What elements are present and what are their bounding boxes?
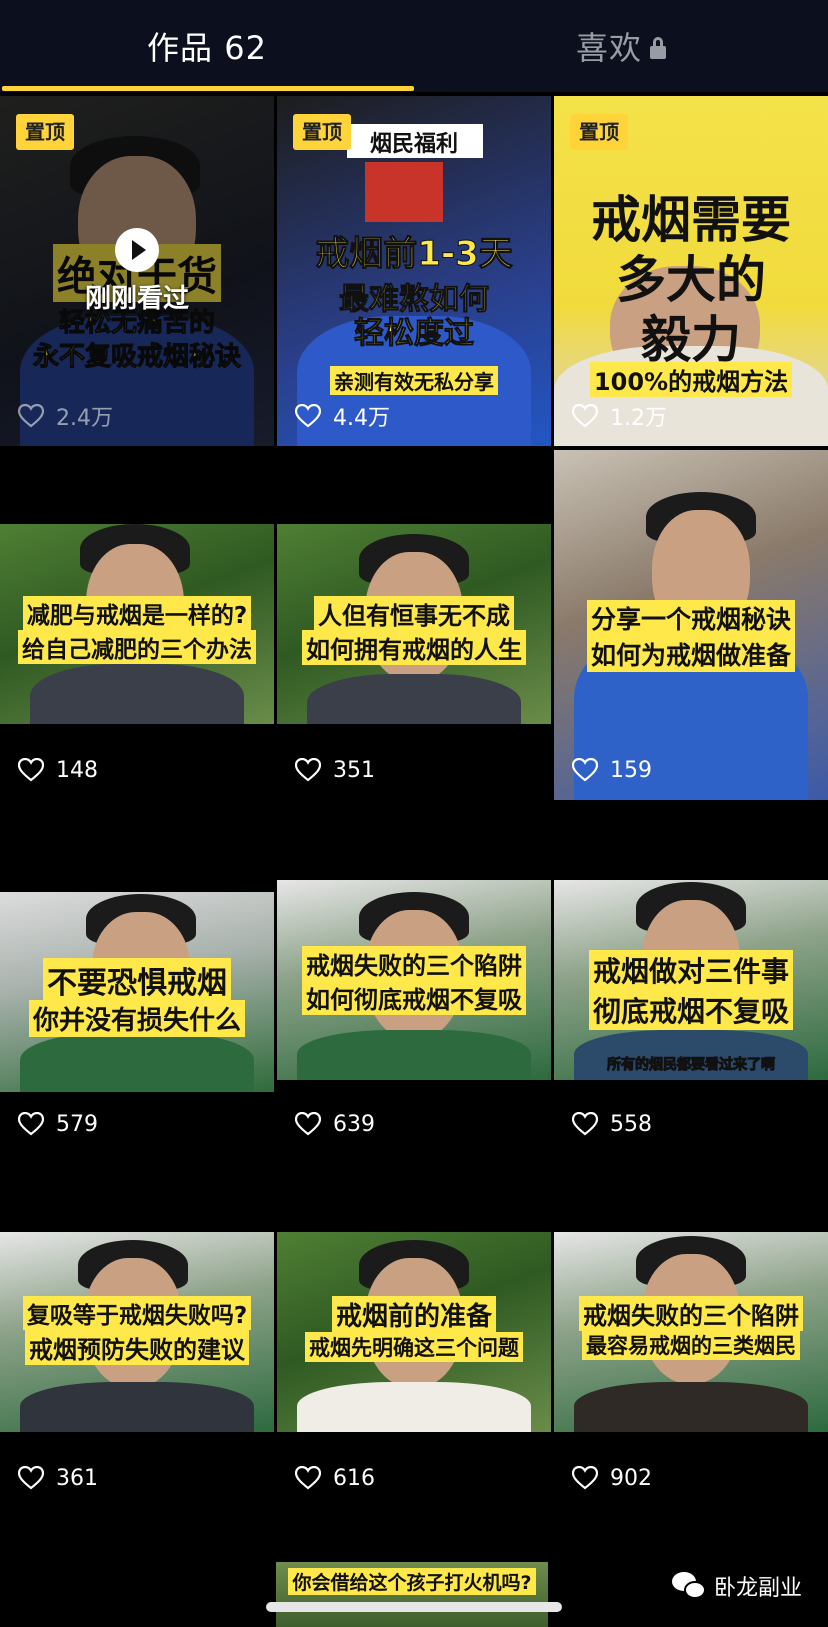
video-title-line: 减肥与戒烟是一样的?: [22, 596, 252, 630]
like-count-value: 2.4万: [56, 406, 113, 431]
heart-icon: [295, 1466, 321, 1490]
video-tile[interactable]: 不要恐惧戒烟 你并没有损失什么 579: [0, 804, 274, 1154]
watermark: 卧龙副业: [671, 1570, 802, 1602]
pinned-badge: 置顶: [16, 114, 74, 150]
video-title-line: 你会借给这个孩子打火机吗?: [288, 1568, 536, 1595]
like-count-value: 148: [56, 757, 98, 783]
heart-icon: [18, 1466, 44, 1490]
profile-tab-bar: 作品 62 喜欢: [0, 0, 828, 92]
video-bottom-text: 所有的烟民都要看过来了啊: [607, 1057, 776, 1074]
recently-watched-overlay: 刚刚看过: [0, 228, 274, 315]
video-title-line: 复吸等于戒烟失败吗?: [22, 1296, 252, 1330]
like-count-value: 616: [333, 1465, 375, 1491]
like-count: 616: [295, 1458, 375, 1498]
video-tile[interactable]: 烟民福利 戒烟前1-3天 最难熬如何 轻松度过 亲测有效无私分享 置顶 4.4万: [277, 96, 551, 446]
video-thumbnail: 人但有恒事无不成 如何拥有戒烟的人生: [277, 524, 551, 724]
heart-icon: [572, 1112, 598, 1136]
video-tile[interactable]: 绝对干货 轻松无痛苦的 永不复吸戒烟秘诀 置顶 刚刚看过 2.4万: [0, 96, 274, 446]
pinned-badge: 置顶: [570, 114, 628, 150]
video-tile[interactable]: 戒烟需要 多大的 毅力 100%的戒烟方法 置顶 1.2万: [554, 96, 828, 446]
like-count: 148: [18, 750, 98, 790]
like-count: 4.4万: [295, 396, 390, 436]
like-count-value: 579: [56, 1111, 98, 1137]
video-thumbnail: 戒烟失败的三个陷阱 如何彻底戒烟不复吸: [277, 880, 551, 1080]
video-title-line: 轻松度过: [354, 316, 475, 352]
like-count: 558: [572, 1104, 652, 1144]
video-title-line: 分享一个戒烟秘诀: [586, 600, 795, 636]
like-count: 579: [18, 1104, 98, 1144]
video-thumbnail: 减肥与戒烟是一样的? 给自己减肥的三个办法: [0, 524, 274, 724]
video-title-line: 戒烟做对三件事: [588, 950, 793, 990]
heart-icon: [295, 758, 321, 782]
video-thumbnail: 戒烟前的准备 戒烟先明确这三个问题: [277, 1232, 551, 1432]
home-indicator[interactable]: [266, 1602, 562, 1612]
recently-watched-label: 刚刚看过: [84, 284, 189, 314]
video-title-line: 彻底戒烟不复吸: [588, 990, 793, 1030]
video-title-line: 不要恐惧戒烟: [43, 958, 231, 1002]
heart-icon: [572, 404, 598, 428]
video-thumbnail: 戒烟失败的三个陷阱 最容易戒烟的三类烟民: [554, 1232, 828, 1432]
like-count-value: 159: [610, 757, 652, 783]
tab-works[interactable]: 作品 62: [0, 0, 414, 92]
video-title-line: 你并没有损失什么: [28, 1000, 245, 1037]
video-title-line: 如何拥有戒烟的人生: [302, 630, 526, 665]
heart-icon: [295, 1112, 321, 1136]
video-title-line: 戒烟先明确这三个问题: [305, 1332, 523, 1362]
video-title-line: 戒烟前的准备: [331, 1296, 496, 1333]
video-title-line: 人但有恒事无不成: [314, 596, 514, 631]
video-tile[interactable]: 人但有恒事无不成 如何拥有戒烟的人生 351: [277, 450, 551, 800]
heart-icon: [572, 758, 598, 782]
video-tile[interactable]: 戒烟失败的三个陷阱 如何彻底戒烟不复吸 639: [277, 804, 551, 1154]
tab-likes-label: 喜欢: [575, 29, 642, 67]
like-count-value: 902: [610, 1465, 652, 1491]
video-title-line: 如何彻底戒烟不复吸: [302, 980, 526, 1015]
watermark-text: 卧龙副业: [713, 1576, 802, 1601]
video-subtitle: 亲测有效无私分享: [330, 366, 498, 395]
heart-icon: [18, 758, 44, 782]
video-title-line: 戒烟预防失败的建议: [25, 1330, 249, 1365]
like-count: 902: [572, 1458, 652, 1498]
heart-icon: [18, 404, 44, 428]
heart-icon: [572, 1466, 598, 1490]
video-tile[interactable]: 分享一个戒烟秘诀 如何为戒烟做准备 159: [554, 450, 828, 800]
heart-icon: [295, 404, 321, 428]
video-tile[interactable]: 戒烟做对三件事 彻底戒烟不复吸 所有的烟民都要看过来了啊 558: [554, 804, 828, 1154]
video-tile[interactable]: 戒烟失败的三个陷阱 最容易戒烟的三类烟民 902: [554, 1158, 828, 1508]
video-thumbnail: 戒烟做对三件事 彻底戒烟不复吸 所有的烟民都要看过来了啊: [554, 880, 828, 1080]
like-count-value: 1.2万: [610, 406, 667, 431]
video-tile[interactable]: 戒烟前的准备 戒烟先明确这三个问题 616: [277, 1158, 551, 1508]
video-tile-partial[interactable]: 你会借给这个孩子打火机吗?: [276, 1562, 548, 1627]
video-title-line: 最容易戒烟的三类烟民: [582, 1330, 800, 1360]
video-tile[interactable]: 减肥与戒烟是一样的? 给自己减肥的三个办法 148: [0, 450, 274, 800]
video-title-line: 给自己减肥的三个办法: [18, 630, 256, 664]
video-tile[interactable]: 复吸等于戒烟失败吗? 戒烟预防失败的建议 361: [0, 1158, 274, 1508]
heart-icon: [18, 1112, 44, 1136]
video-thumbnail: 分享一个戒烟秘诀 如何为戒烟做准备: [554, 450, 828, 800]
like-count-value: 361: [56, 1465, 98, 1491]
tab-likes[interactable]: 喜欢: [414, 0, 828, 92]
like-count: 639: [295, 1104, 375, 1144]
video-title-line: 如何为戒烟做准备: [586, 636, 795, 672]
like-count: 1.2万: [572, 396, 667, 436]
like-count-value: 639: [333, 1111, 375, 1137]
like-count: 361: [18, 1458, 98, 1498]
lock-icon: [650, 37, 666, 59]
pinned-badge: 置顶: [293, 114, 351, 150]
tab-works-label: 作品 62: [147, 29, 267, 67]
play-icon: [115, 228, 159, 272]
like-count: 159: [572, 750, 652, 790]
video-title-line: 戒烟前1-3天: [315, 234, 513, 275]
video-title-line: 戒烟失败的三个陷阱: [302, 946, 526, 981]
like-count-value: 351: [333, 757, 375, 783]
video-thumbnail: 不要恐惧戒烟 你并没有损失什么: [0, 892, 274, 1092]
active-tab-indicator: [2, 86, 414, 91]
like-count: 2.4万: [18, 396, 113, 436]
video-thumbnail: 复吸等于戒烟失败吗? 戒烟预防失败的建议: [0, 1232, 274, 1432]
like-count-value: 558: [610, 1111, 652, 1137]
video-subtitle: 100%的戒烟方法: [589, 362, 793, 397]
video-title-line: 戒烟失败的三个陷阱: [579, 1296, 803, 1331]
like-count-value: 4.4万: [333, 406, 390, 431]
like-count: 351: [295, 750, 375, 790]
wechat-icon: [671, 1572, 706, 1600]
